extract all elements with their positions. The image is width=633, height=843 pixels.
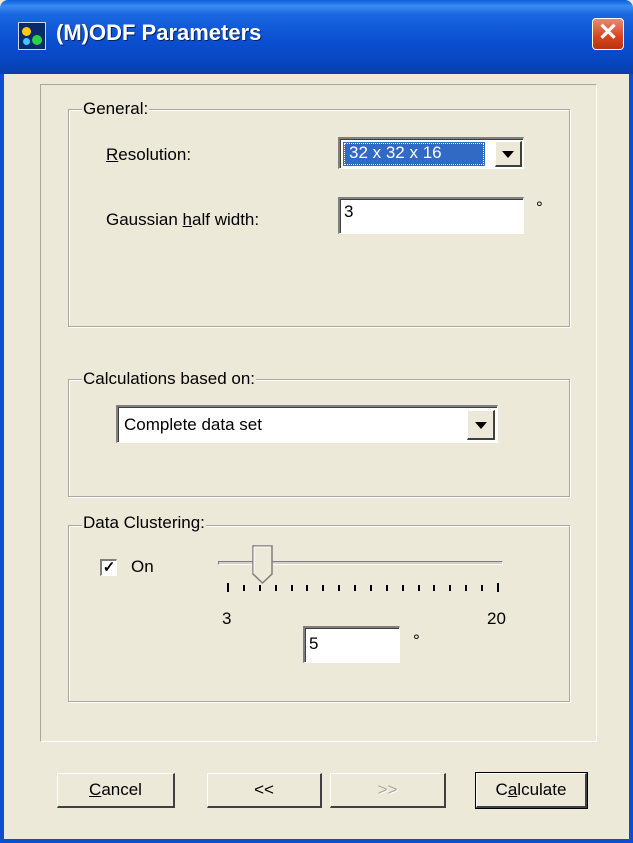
slider-tick [481, 585, 484, 591]
checkmark-icon: ✓ [102, 559, 116, 576]
slider-tick [322, 585, 325, 591]
data-clustering-legend: Data Clustering: [82, 513, 206, 533]
back-button[interactable]: << [207, 773, 322, 808]
resolution-label: Resolution: [106, 145, 192, 164]
slider-tick [433, 585, 436, 591]
slider-tick [497, 583, 499, 592]
calculations-dropdown[interactable]: Complete data set [116, 405, 498, 443]
window-frame-right [629, 74, 633, 843]
slider-tick [227, 583, 229, 592]
slider-min-label: 3 [222, 609, 232, 628]
slider-tick [290, 585, 293, 591]
gaussian-label: Gaussian half width: [106, 210, 260, 229]
slider-tick [417, 585, 420, 591]
next-button[interactable]: >> [330, 773, 446, 808]
slider-max-label: 20 [487, 609, 506, 628]
slider-tick [258, 585, 261, 591]
general-legend: General: [82, 99, 150, 119]
calculate-button[interactable]: Calculate [475, 772, 588, 809]
resolution-dropdown[interactable]: 32 x 32 x 16 [338, 137, 524, 169]
calculations-dropdown-button[interactable] [467, 410, 495, 440]
slider-tick [354, 585, 357, 591]
slider-tick [338, 585, 341, 591]
close-button[interactable]: ✕ [592, 18, 624, 50]
slider-tick [242, 585, 245, 591]
clustering-on-label: On [131, 557, 154, 576]
resolution-dropdown-button[interactable] [495, 141, 522, 167]
clustering-on-checkbox[interactable]: ✓ [100, 559, 117, 576]
slider-tick [465, 585, 468, 591]
gaussian-unit: ° [536, 198, 543, 217]
clustering-value-input[interactable]: 5 [303, 626, 400, 663]
clustering-slider-thumb[interactable] [252, 545, 274, 585]
window-title: (M)ODF Parameters [56, 20, 262, 45]
app-icon [18, 22, 46, 50]
clustering-unit: ° [413, 631, 420, 650]
gaussian-half-width-input[interactable]: 3 [338, 197, 524, 234]
close-icon: ✕ [597, 19, 619, 46]
calculations-legend: Calculations based on: [82, 369, 257, 389]
slider-tick [385, 585, 388, 591]
resolution-value: 32 x 32 x 16 [349, 143, 442, 162]
calculations-value: Complete data set [124, 415, 262, 434]
slider-tick [306, 585, 309, 591]
window-frame-bottom [0, 839, 633, 843]
slider-tick [369, 585, 372, 591]
chevron-down-icon [474, 421, 487, 429]
slider-tick [401, 585, 404, 591]
chevron-down-icon [502, 150, 514, 158]
cancel-button[interactable]: Cancel [57, 773, 175, 808]
slider-tick [449, 585, 452, 591]
slider-tick [274, 585, 277, 591]
window-frame-left [0, 74, 4, 843]
